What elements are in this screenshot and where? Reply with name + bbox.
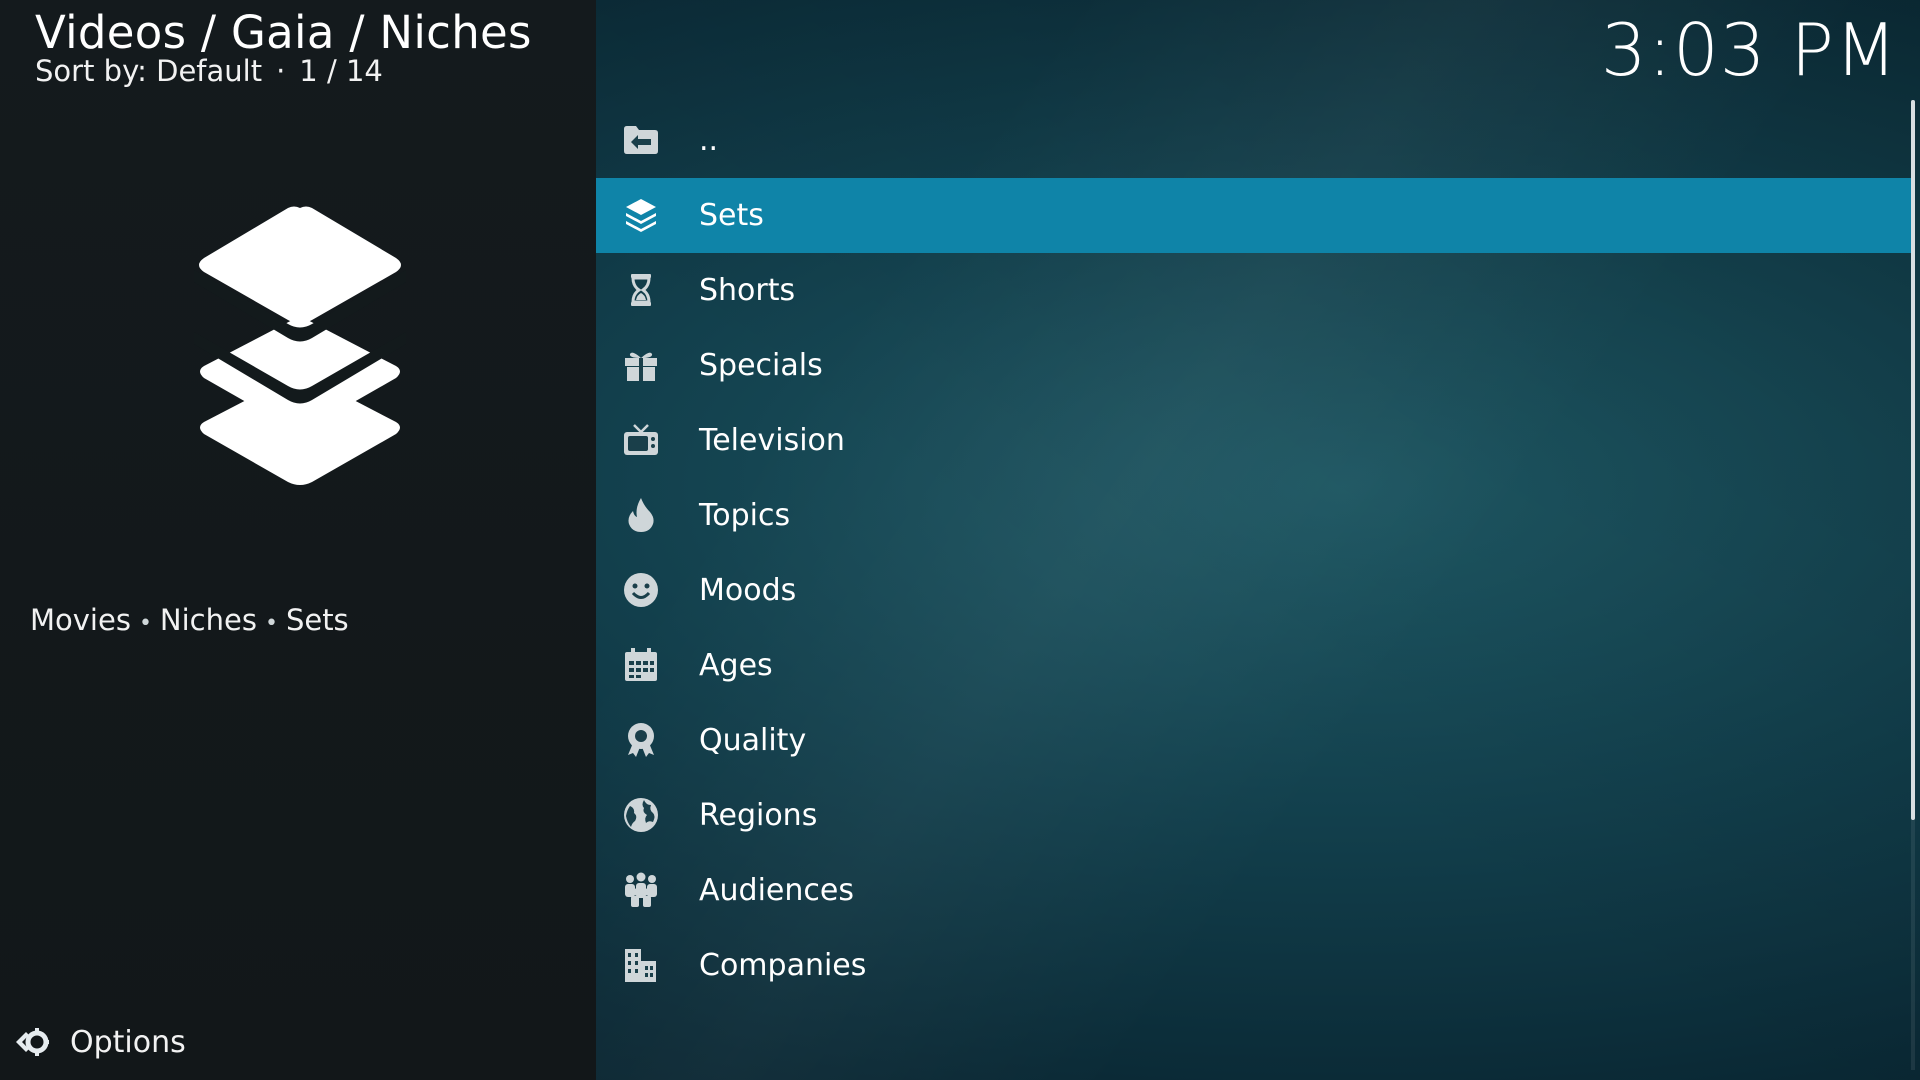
breadcrumb: Videos / Gaia / Niches — [35, 6, 532, 59]
sort-label: Sort by: Default — [35, 54, 263, 88]
item-position: 1 / 14 — [299, 54, 383, 88]
gift-icon — [622, 346, 660, 384]
people-icon — [622, 871, 660, 909]
list-item-companies[interactable]: Companies — [596, 928, 1912, 1003]
list-item-label: Specials — [699, 348, 823, 383]
list-item-television[interactable]: Television — [596, 403, 1912, 478]
list-item-sets[interactable]: Sets — [596, 178, 1912, 253]
clock: 3:03 PM — [1600, 8, 1898, 92]
tag-niches: Niches — [159, 603, 257, 637]
smiley-icon — [622, 571, 660, 609]
tag-sets: Sets — [285, 603, 349, 637]
list-item-parent[interactable]: .. — [596, 103, 1912, 178]
list-item-shorts[interactable]: Shorts — [596, 253, 1912, 328]
list-item-audiences[interactable]: Audiences — [596, 853, 1912, 928]
tag-movies: Movies — [30, 603, 131, 637]
item-list: .. Sets Shorts Specials Television Topic… — [596, 103, 1912, 1003]
list-item-label: Shorts — [699, 273, 796, 308]
flame-icon — [622, 496, 660, 534]
options-label: Options — [70, 1024, 186, 1060]
list-item-topics[interactable]: Topics — [596, 478, 1912, 553]
options-gear-icon — [12, 1023, 50, 1061]
list-item-label: Topics — [699, 498, 791, 533]
tv-icon — [622, 421, 660, 459]
scrollbar-thumb[interactable] — [1911, 100, 1915, 820]
list-item-label: .. — [699, 123, 719, 158]
list-item-ages[interactable]: Ages — [596, 628, 1912, 703]
list-item-label: Ages — [699, 648, 773, 683]
sort-info: Sort by: Default · 1 / 14 — [35, 54, 383, 88]
layers-icon — [190, 200, 410, 490]
info-panel: Videos / Gaia / Niches Sort by: Default ·… — [0, 0, 596, 1080]
app-window: Videos / Gaia / Niches Sort by: Default ·… — [0, 0, 1920, 1080]
tag-separator: • — [264, 611, 278, 636]
calendar-icon — [622, 646, 660, 684]
list-item-label: Television — [699, 423, 845, 458]
buildings-icon — [622, 946, 660, 984]
list-item-label: Quality — [699, 723, 807, 758]
list-item-label: Regions — [699, 798, 818, 833]
list-item-label: Sets — [699, 198, 764, 233]
options-button[interactable]: Options — [12, 1018, 186, 1066]
sort-separator: · — [276, 54, 286, 88]
list-item-specials[interactable]: Specials — [596, 328, 1912, 403]
hourglass-icon — [622, 271, 660, 309]
list-item-label: Audiences — [699, 873, 854, 908]
tag-separator: • — [138, 611, 152, 636]
list-item-moods[interactable]: Moods — [596, 553, 1912, 628]
folder-back-icon — [622, 121, 660, 159]
list-item-label: Moods — [699, 573, 797, 608]
list-item-label: Companies — [699, 948, 867, 983]
globe-icon — [622, 796, 660, 834]
tags-line: Movies • Niches • Sets — [30, 603, 349, 637]
layers-icon — [622, 196, 660, 234]
list-item-regions[interactable]: Regions — [596, 778, 1912, 853]
list-item-quality[interactable]: Quality — [596, 703, 1912, 778]
award-icon — [622, 721, 660, 759]
